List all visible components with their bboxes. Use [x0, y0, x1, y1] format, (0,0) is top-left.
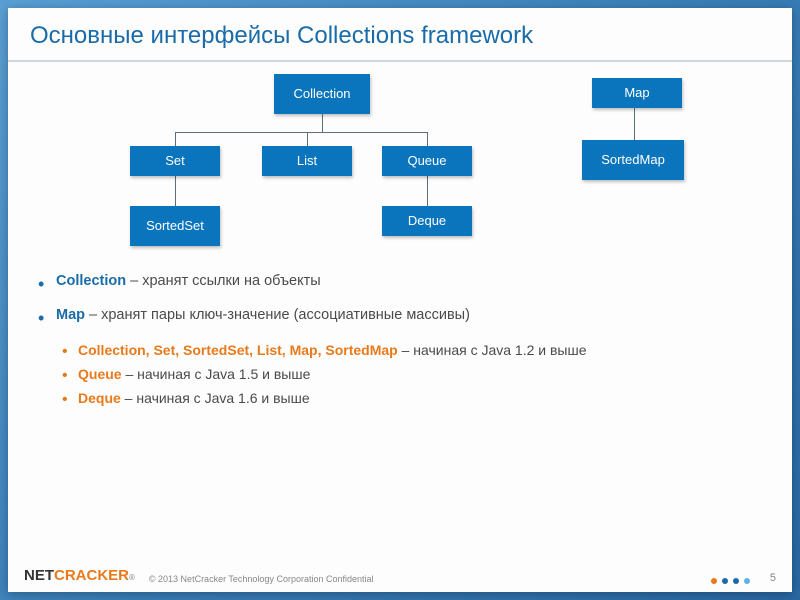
- connector: [427, 176, 428, 206]
- brand-dots: [711, 578, 750, 584]
- sub-item: Queue – начиная с Java 1.5 и выше: [56, 365, 764, 384]
- text: – начиная с Java 1.5 и выше: [122, 366, 311, 382]
- connector: [634, 108, 635, 140]
- node-map: Map: [592, 78, 682, 108]
- bullet-collection: Collection – хранят ссылки на объекты: [36, 272, 764, 292]
- sub-item: Collection, Set, SortedSet, List, Map, S…: [56, 341, 764, 360]
- connector: [427, 132, 428, 146]
- footer: NETCRACKER® © 2013 NetCracker Technology…: [8, 567, 792, 588]
- page-number: 5: [770, 572, 776, 584]
- slide: Основные интерфейсы Collections framewor…: [8, 8, 792, 592]
- text: – хранят пары ключ-значение (ассоциативн…: [85, 307, 470, 323]
- bullet-map: Map – хранят пары ключ-значение (ассоциа…: [36, 306, 764, 408]
- text: – начиная с Java 1.6 и выше: [121, 390, 310, 406]
- node-collection: Collection: [274, 74, 370, 114]
- dot-icon: [722, 578, 728, 584]
- sub-item: Deque – начиная с Java 1.6 и выше: [56, 389, 764, 408]
- interface-diagram: Collection Set List Queue SortedSet Dequ…: [36, 74, 764, 264]
- kw-collection: Collection: [56, 273, 126, 289]
- dot-icon: [744, 578, 750, 584]
- dot-icon: [733, 578, 739, 584]
- connector: [175, 132, 176, 146]
- connector: [307, 132, 308, 146]
- logo-text-b: CRACKER: [54, 567, 129, 584]
- kw-interfaces-12: Collection, Set, SortedSet, List, Map, S…: [78, 342, 398, 358]
- kw-map: Map: [56, 307, 85, 323]
- node-sortedset: SortedSet: [130, 206, 220, 246]
- slide-content: Collection Set List Queue SortedSet Dequ…: [8, 62, 792, 434]
- node-list: List: [262, 146, 352, 176]
- bullet-list: Collection – хранят ссылки на объекты Ma…: [36, 272, 764, 408]
- logo-reg: ®: [129, 573, 135, 582]
- logo: NETCRACKER®: [24, 567, 135, 584]
- dot-icon: [711, 578, 717, 584]
- kw-deque: Deque: [78, 390, 121, 406]
- node-deque: Deque: [382, 206, 472, 236]
- text: – хранят ссылки на объекты: [126, 273, 321, 289]
- node-set: Set: [130, 146, 220, 176]
- node-queue: Queue: [382, 146, 472, 176]
- kw-queue: Queue: [78, 366, 122, 382]
- sub-list: Collection, Set, SortedSet, List, Map, S…: [56, 341, 764, 408]
- logo-text-a: NET: [24, 567, 54, 584]
- copyright: © 2013 NetCracker Technology Corporation…: [149, 574, 374, 584]
- connector: [322, 114, 323, 132]
- connector: [175, 176, 176, 206]
- text: – начиная с Java 1.2 и выше: [398, 342, 587, 358]
- slide-title: Основные интерфейсы Collections framewor…: [8, 8, 792, 62]
- connector: [175, 132, 427, 133]
- node-sortedmap: SortedMap: [582, 140, 684, 180]
